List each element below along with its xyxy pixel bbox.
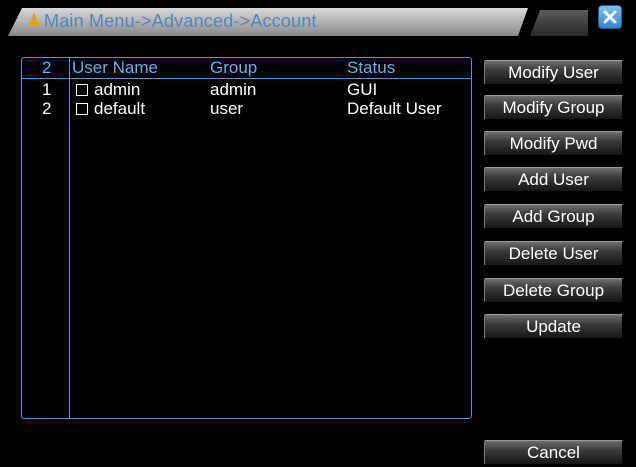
title-bar: ♟ Main Menu->Advanced->Account	[0, 0, 636, 36]
delete-group-button[interactable]: Delete Group	[484, 278, 624, 303]
header-divider	[22, 78, 471, 79]
header-user-name: User Name	[72, 58, 158, 77]
row-group: user	[210, 99, 244, 118]
people-icon: ♟	[26, 10, 42, 30]
account-dialog: ♟ Main Menu->Advanced->Account 2 User Na…	[0, 0, 636, 467]
table-header: 2 User Name Group Status	[22, 58, 471, 78]
row-group: admin	[210, 80, 257, 99]
close-icon	[603, 10, 617, 24]
delete-user-button[interactable]: Delete User	[484, 241, 624, 266]
row-checkbox[interactable]	[76, 84, 88, 96]
user-list-table: 2 User Name Group Status 1 admin admin G…	[21, 57, 472, 419]
modify-user-button[interactable]: Modify User	[484, 60, 624, 85]
window-title: Main Menu->Advanced->Account	[44, 11, 317, 31]
row-index: 1	[42, 80, 52, 99]
table-row[interactable]: 1 admin admin GUI	[22, 81, 471, 99]
add-user-button[interactable]: Add User	[484, 167, 624, 192]
row-index: 2	[42, 99, 52, 118]
header-group: Group	[210, 58, 258, 77]
row-user-name: admin	[94, 80, 141, 99]
update-button[interactable]: Update	[484, 314, 624, 339]
header-status: Status	[347, 58, 396, 77]
row-status: GUI	[347, 80, 378, 99]
close-button[interactable]	[598, 5, 622, 29]
header-count: 2	[42, 58, 52, 77]
modify-group-button[interactable]: Modify Group	[484, 95, 624, 120]
table-row[interactable]: 2 default user Default User	[22, 100, 471, 118]
modify-pwd-button[interactable]: Modify Pwd	[484, 131, 624, 156]
title-tab-dark	[530, 10, 588, 36]
row-status: Default User	[347, 99, 442, 118]
row-checkbox[interactable]	[76, 103, 88, 115]
add-group-button[interactable]: Add Group	[484, 204, 624, 229]
cancel-button[interactable]: Cancel	[484, 440, 624, 465]
row-user-name: default	[94, 99, 146, 118]
